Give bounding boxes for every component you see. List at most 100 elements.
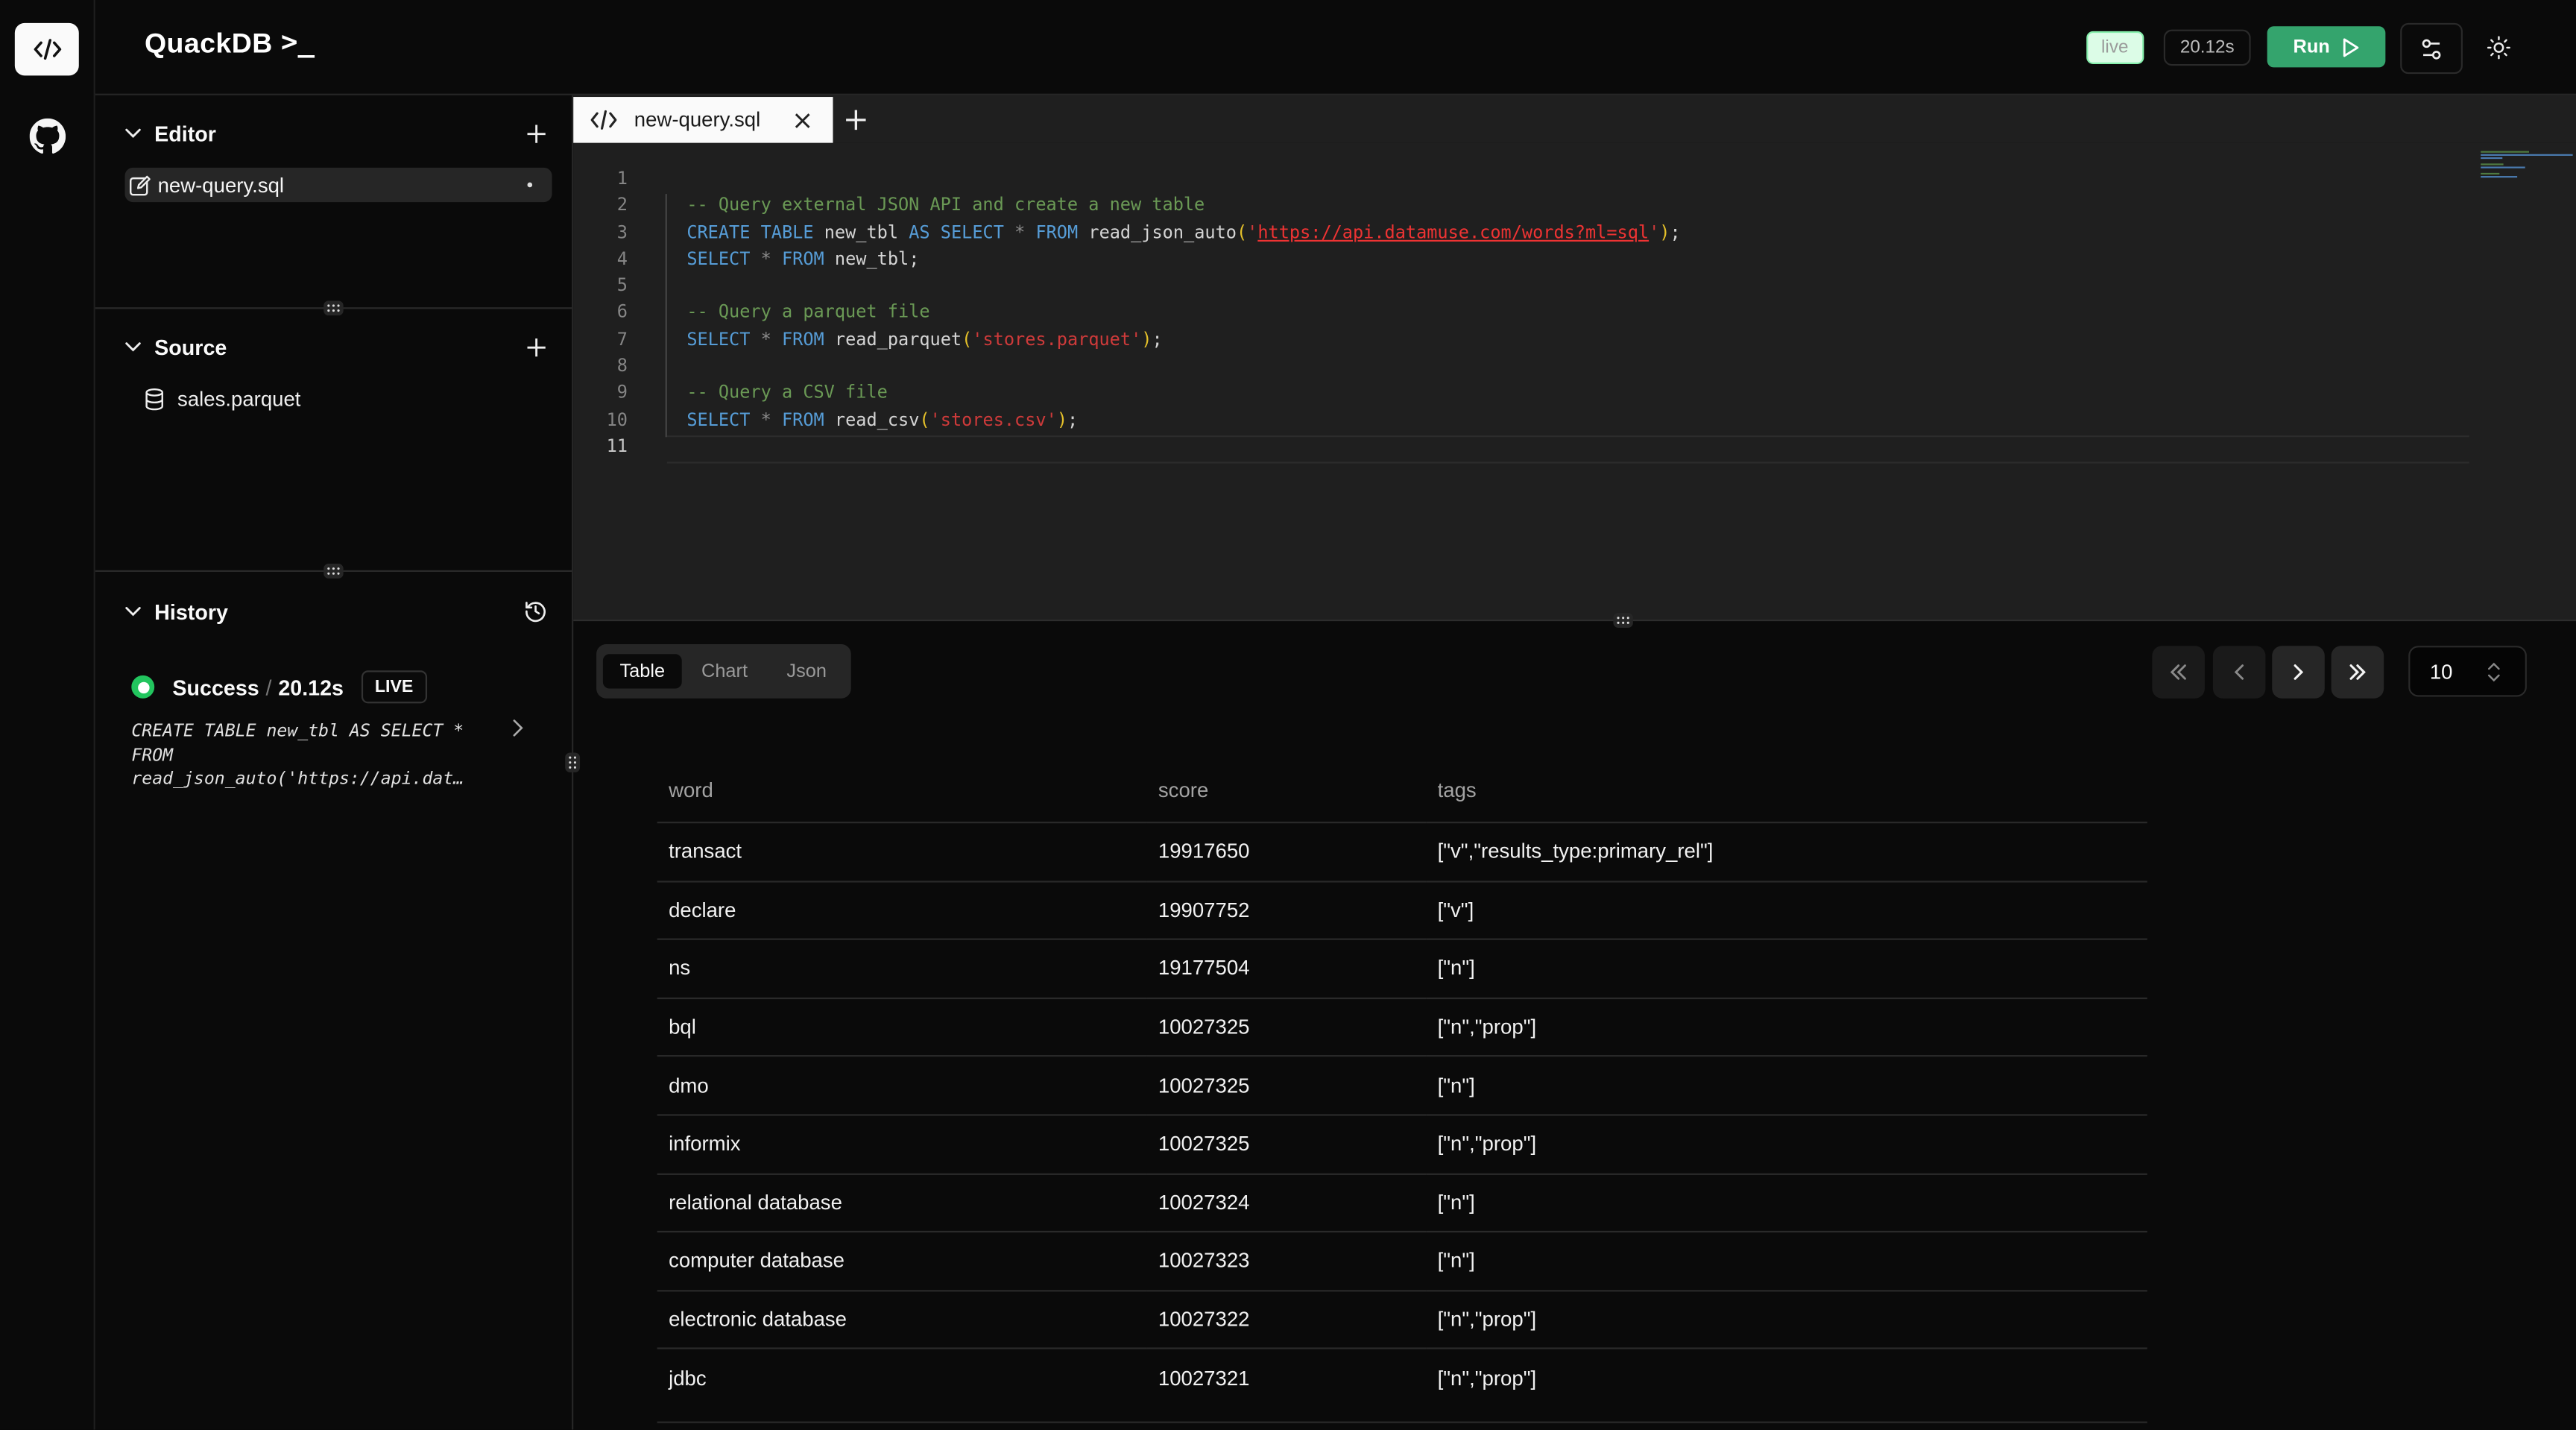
terminal-prompt-icon: >_	[280, 26, 315, 60]
add-file-button[interactable]	[523, 120, 549, 146]
chevron-right-icon[interactable]	[506, 716, 529, 740]
column-header-word[interactable]: word	[657, 759, 1147, 824]
line-number: 7	[616, 328, 628, 350]
code-icon	[590, 110, 617, 130]
editor-minimap[interactable]	[2479, 146, 2575, 182]
tab-table[interactable]: Table	[602, 654, 682, 689]
cell-tags: ["n","prop"]	[1437, 1367, 1537, 1390]
close-icon	[794, 113, 809, 127]
grip-icon	[327, 304, 340, 312]
code-line[interactable]	[686, 166, 1680, 193]
minimap-line	[2481, 151, 2529, 153]
cell-score: 19177504	[1146, 939, 1427, 999]
edit-file-icon	[130, 174, 151, 195]
table-bottom-border	[657, 1421, 2147, 1423]
table-row[interactable]: electronic database 10027322 ["n","prop"]	[657, 1290, 2147, 1350]
cell-score: 19917650	[1146, 822, 1427, 882]
new-tab-button[interactable]	[843, 107, 869, 133]
github-link[interactable]	[26, 115, 69, 157]
table-row[interactable]: transact 19917650 ["v","results_type:prima…	[657, 822, 2147, 882]
settings-button[interactable]	[2400, 22, 2463, 75]
app-title: QuackDB	[144, 28, 273, 60]
grip-icon	[569, 756, 576, 769]
code-content[interactable]: -- Query external JSON API and create a …	[686, 166, 1680, 461]
history-query-line: CREATE TABLE new_tbl AS SELECT *	[131, 721, 464, 742]
table-row[interactable]: dmo 10027325 ["n"]	[657, 1056, 2147, 1116]
source-history-resize-handle[interactable]	[323, 564, 344, 579]
history-query-line: FROM	[131, 745, 174, 766]
close-tab-button[interactable]	[790, 108, 813, 131]
cell-tags: ["n","prop"]	[1426, 998, 2147, 1058]
line-number: 9	[616, 382, 628, 403]
page-size-select[interactable]: 10	[2408, 646, 2527, 697]
column-header-score[interactable]: score	[1146, 759, 1427, 824]
editor-panel-header[interactable]: Editor	[121, 116, 549, 149]
code-line[interactable]	[686, 353, 1680, 380]
history-panel-header[interactable]: History	[121, 595, 549, 628]
editor-nav-button[interactable]	[14, 22, 79, 76]
source-panel-header[interactable]: Source	[121, 330, 549, 363]
cell-tags: ["v"]	[1426, 881, 2147, 941]
table-row[interactable]: ns 19177504 ["n"]	[657, 939, 2147, 999]
tab-chart[interactable]: Chart	[686, 654, 762, 688]
sidebar-resize-handle[interactable]	[565, 752, 581, 772]
tab-json[interactable]: Json	[769, 654, 845, 688]
code-line[interactable]	[686, 273, 1680, 300]
code-line[interactable]: SELECT * FROM new_tbl;	[686, 246, 1680, 273]
cell-score: 10027325	[1146, 1115, 1427, 1174]
last-page-button[interactable]	[2331, 646, 2384, 699]
chevron-down-icon[interactable]	[121, 122, 145, 145]
table-row[interactable]: informix 10027325 ["n","prop"]	[657, 1115, 2147, 1174]
editor-results-divider	[573, 619, 2576, 622]
history-status-text: Success/20.12s	[172, 675, 344, 699]
first-page-button[interactable]	[2152, 646, 2205, 699]
theme-toggle-button[interactable]	[2478, 26, 2520, 69]
table-row[interactable]: relational database 10027324 ["n"]	[657, 1173, 2147, 1233]
results-table: word score tags transact 19917650 ["v","re…	[657, 759, 2147, 1406]
chevron-right-icon	[2294, 664, 2304, 680]
code-line[interactable]: -- Query external JSON API and create a …	[686, 193, 1680, 220]
table-row[interactable]: jdbc 10027321 ["n","prop"]	[657, 1349, 2147, 1406]
line-number: 5	[616, 274, 628, 297]
code-line[interactable]: -- Query a parquet file	[686, 300, 1680, 327]
code-line[interactable]: SELECT * FROM read_parquet('stores.parqu…	[686, 327, 1680, 353]
minimap-line	[2481, 176, 2518, 178]
editor-source-resize-handle[interactable]	[323, 300, 344, 316]
column-header-tags[interactable]: tags	[1426, 759, 2147, 824]
chevron-down-icon[interactable]	[121, 336, 145, 359]
code-line[interactable]	[686, 434, 1680, 461]
code-line[interactable]: SELECT * FROM read_csv('stores.csv');	[686, 407, 1680, 434]
next-page-button[interactable]	[2272, 646, 2325, 699]
history-entry-status[interactable]: Success/20.12s LIVE	[131, 670, 426, 704]
code-editor[interactable]: 1 2 3 4 5 6 7 8 9 10 11 -- Query external JSON API…	[573, 142, 2576, 620]
clear-history-button[interactable]	[523, 598, 549, 624]
editor-file-item[interactable]: new-query.sql	[124, 167, 552, 203]
table-row[interactable]: declare 19907752 ["v"]	[657, 881, 2147, 941]
run-button[interactable]: Run	[2267, 26, 2386, 68]
cell-word: jdbc	[669, 1367, 707, 1390]
cell-score: 10027321	[1158, 1367, 1250, 1390]
add-source-button[interactable]	[523, 333, 549, 359]
history-query-preview[interactable]: CREATE TABLE new_tbl AS SELECT * FROM re…	[131, 719, 483, 791]
cell-tags: ["n"]	[1426, 939, 2147, 999]
table-row[interactable]: computer database 10027323 ["n"]	[657, 1232, 2147, 1291]
icon-rail	[0, 0, 95, 1430]
tab-new-query[interactable]: new-query.sql	[573, 97, 833, 143]
sliders-icon	[2422, 38, 2441, 59]
run-button-label: Run	[2293, 37, 2330, 57]
line-number: 8	[616, 355, 628, 377]
code-line[interactable]: CREATE TABLE new_tbl AS SELECT * FROM re…	[686, 219, 1680, 246]
line-number: 11	[606, 435, 628, 457]
code-line[interactable]: -- Query a CSV file	[686, 380, 1680, 407]
source-panel-title: Source	[154, 334, 227, 359]
editor-results-resize-handle[interactable]	[1613, 613, 1633, 628]
result-view-tabs: Table Chart Json	[596, 644, 851, 699]
table-row[interactable]: bql 10027325 ["n","prop"]	[657, 998, 2147, 1058]
chevron-up-down-icon	[2487, 661, 2500, 681]
grip-icon	[1617, 617, 1629, 624]
previous-page-button[interactable]	[2212, 646, 2266, 699]
source-item[interactable]: sales.parquet	[145, 385, 300, 415]
file-name: new-query.sql	[157, 173, 285, 197]
chevron-down-icon[interactable]	[121, 599, 145, 623]
cell-word: computer database	[657, 1232, 1147, 1291]
